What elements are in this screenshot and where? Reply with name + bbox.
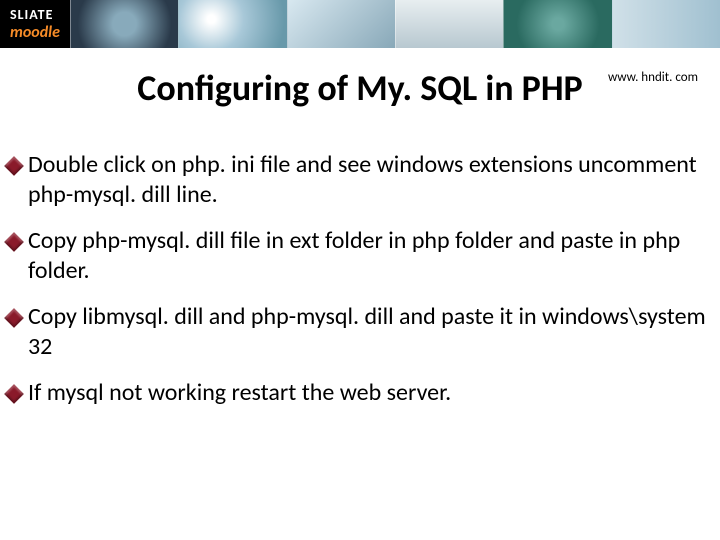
site-url: www. hndit. com xyxy=(608,70,698,85)
bullet-text: Double click on php. ini file and see wi… xyxy=(26,150,712,210)
diamond-bullet-icon xyxy=(6,158,22,174)
list-item: If mysql not working restart the web ser… xyxy=(0,378,712,408)
logo-text-bottom: moodle xyxy=(10,23,60,42)
diamond-bullet-icon xyxy=(6,234,22,250)
banner-image-2 xyxy=(178,0,286,48)
diamond-bullet-icon xyxy=(6,310,22,326)
banner-image-4 xyxy=(395,0,503,48)
banner-image-3 xyxy=(287,0,395,48)
content-area: Double click on php. ini file and see wi… xyxy=(0,150,720,408)
banner-image-6 xyxy=(612,0,720,48)
slide-title: Configuring of My. SQL in PHP xyxy=(20,66,700,110)
bullet-text: If mysql not working restart the web ser… xyxy=(26,378,712,408)
title-row: Configuring of My. SQL in PHP www. hndit… xyxy=(0,66,720,110)
banner-image-1 xyxy=(70,0,178,48)
logo-text-top: SLIATE xyxy=(10,6,60,23)
list-item: Double click on php. ini file and see wi… xyxy=(0,150,712,210)
header-banner: SLIATE moodle xyxy=(0,0,720,48)
bullet-text: Copy libmysql. dill and php-mysql. dill … xyxy=(26,302,712,362)
banner-image-5 xyxy=(503,0,611,48)
list-item: Copy php-mysql. dill file in ext folder … xyxy=(0,226,712,286)
diamond-bullet-icon xyxy=(6,386,22,402)
bullet-text: Copy php-mysql. dill file in ext folder … xyxy=(26,226,712,286)
list-item: Copy libmysql. dill and php-mysql. dill … xyxy=(0,302,712,362)
logo-area: SLIATE moodle xyxy=(0,0,70,48)
banner-images xyxy=(70,0,720,48)
